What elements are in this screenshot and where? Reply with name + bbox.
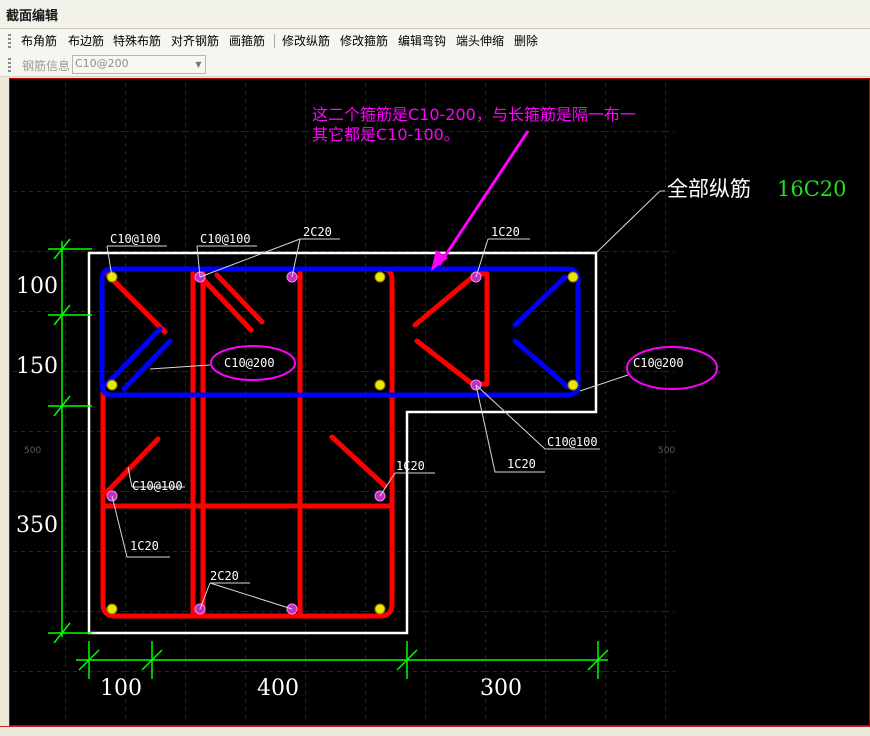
label-c10-100: C10@100 (200, 232, 251, 246)
bar[interactable] (106, 603, 118, 615)
bar[interactable] (374, 603, 386, 615)
main-toolbar: 布角筋 布边筋 特殊布筋 对齐钢筋 画箍筋 修改纵筋 修改箍筋 编辑弯钩 端头伸… (0, 29, 870, 54)
window-title: 截面编辑 (6, 9, 59, 24)
draw-stirrup-button[interactable]: 画箍筋 (229, 32, 265, 50)
dim-horizontal-1: 100 (100, 676, 142, 701)
total-bar-label: 全部纵筋 (667, 177, 751, 201)
label-1c20: 1C20 (491, 225, 520, 239)
label-c10-200: C10@200 (224, 356, 275, 370)
annotation-line-1: 这二个箍筋是C10-200，与长箍筋是隔一布一 (312, 105, 636, 124)
edit-stirrup-button[interactable]: 修改箍筋 (340, 32, 388, 50)
label-2c20: 2C20 (210, 569, 239, 583)
grid-tick-right: 500 (658, 446, 675, 456)
label-c10-100: C10@100 (132, 479, 183, 493)
label-c10-100: C10@100 (110, 232, 161, 246)
dim-vertical-3: 350 (16, 513, 58, 538)
rebar-info-label: 钢筋信息 (22, 59, 71, 73)
total-bar-value: 16C20 (777, 177, 847, 201)
delete-button[interactable]: 删除 (514, 32, 538, 50)
window-titlebar: 截面编辑 (0, 0, 870, 29)
label-1c20: 1C20 (396, 459, 425, 473)
toolbar-grip[interactable] (8, 34, 11, 48)
dim-horizontal-2: 400 (257, 676, 299, 701)
bar[interactable] (567, 379, 579, 391)
label-1c20: 1C20 (507, 457, 536, 471)
bar[interactable] (374, 271, 386, 283)
edit-longitudinal-button[interactable]: 修改纵筋 (282, 32, 330, 50)
toolbar2-grip[interactable] (8, 58, 11, 72)
section-canvas[interactable]: 500 500 C10@100 C10@100 2C20 1C20 C10@20… (9, 78, 870, 726)
annotation-line-2: 其它都是C10-100。 (312, 125, 460, 144)
align-bar-button[interactable]: 对齐钢筋 (171, 32, 219, 50)
chevron-down-icon[interactable]: ▼ (192, 56, 205, 73)
section-drawing[interactable]: 500 500 C10@100 C10@100 2C20 1C20 C10@20… (10, 79, 869, 725)
rebar-info-select[interactable]: C10@200 ▼ (72, 55, 206, 74)
rebar-info-value: C10@200 (75, 57, 129, 70)
label-1c20: 1C20 (130, 539, 159, 553)
corner-bar-button[interactable]: 布角筋 (21, 32, 57, 50)
dim-vertical-1: 100 (16, 274, 58, 299)
label-2c20: 2C20 (303, 225, 332, 239)
edit-hook-button[interactable]: 编辑弯钩 (398, 32, 446, 50)
bar[interactable] (374, 379, 386, 391)
special-bar-button[interactable]: 特殊布筋 (113, 32, 161, 50)
bar[interactable] (567, 271, 579, 283)
rebar-info-toolbar: 钢筋信息 C10@200 ▼ (0, 53, 870, 77)
dim-horizontal-3: 300 (480, 676, 522, 701)
label-c10-200: C10@200 (633, 356, 684, 370)
dim-vertical-2: 150 (16, 354, 58, 379)
label-c10-100: C10@100 (547, 435, 598, 449)
edge-bar-button[interactable]: 布边筋 (68, 32, 104, 50)
grid-tick-left: 500 (24, 446, 41, 456)
toolbar-separator (274, 34, 275, 48)
bar[interactable] (106, 379, 118, 391)
end-extend-button[interactable]: 端头伸缩 (456, 32, 504, 50)
canvas-grid (10, 79, 675, 719)
